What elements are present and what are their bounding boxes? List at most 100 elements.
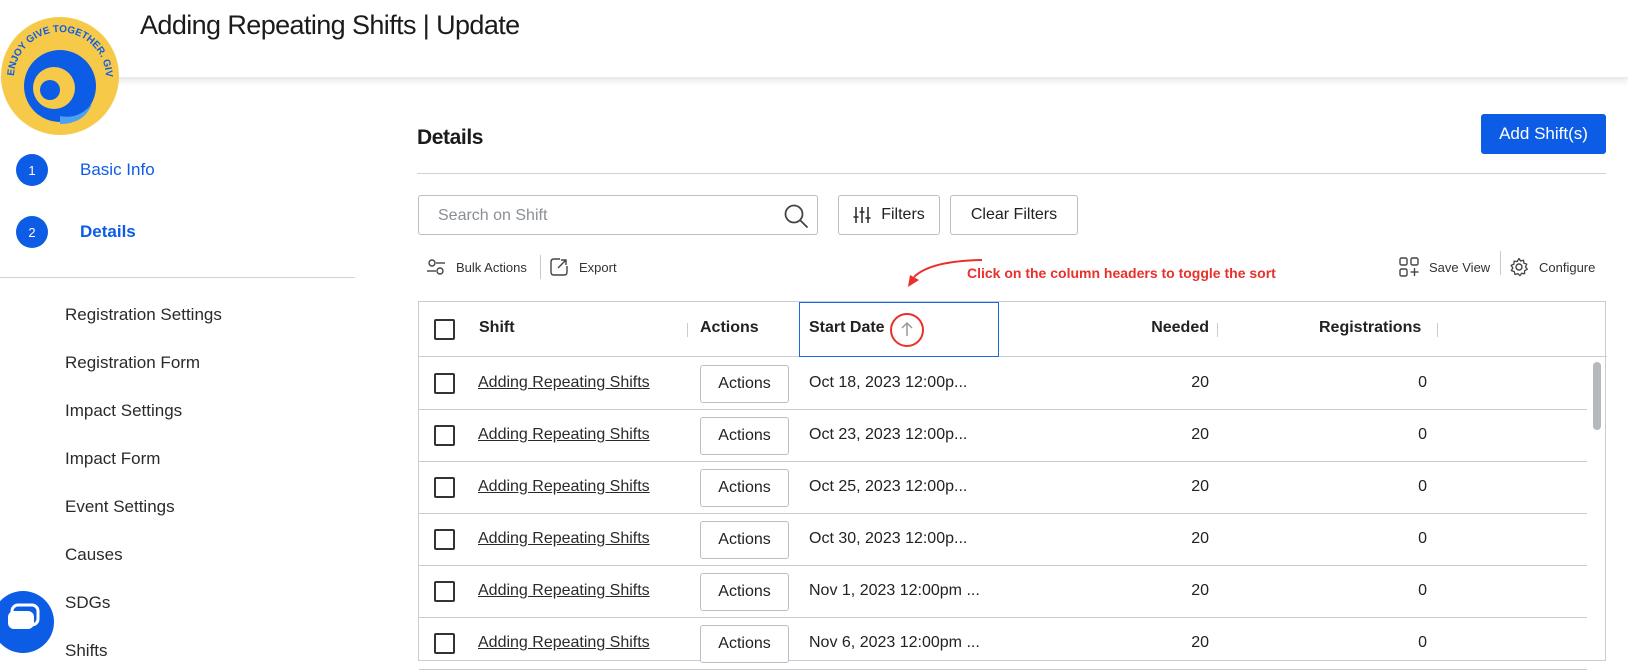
section-title: Details (417, 126, 484, 149)
needed-cell: 20 (1191, 374, 1209, 391)
organization-logo: ENJOY GIVE TOGETHER. GIVE (0, 16, 119, 135)
chat-icon (8, 603, 40, 629)
bulk-actions-label: Bulk Actions (456, 259, 527, 275)
registrations-cell: 0 (1418, 478, 1427, 495)
row-actions-button[interactable]: Actions (700, 469, 789, 507)
shift-name-link[interactable]: Adding Repeating Shifts (478, 478, 650, 496)
needed-cell: 20 (1191, 634, 1209, 651)
start-date-cell: Nov 6, 2023 12:00pm ... (809, 634, 980, 651)
table-row: Adding Repeating Shifts Actions Nov 1, 2… (419, 566, 1587, 618)
needed-cell: 20 (1191, 530, 1209, 547)
registrations-cell: 0 (1418, 582, 1427, 599)
step-number: 2 (16, 216, 48, 248)
table-row: Adding Repeating Shifts Actions Oct 18, … (419, 358, 1587, 410)
sort-ascending-icon[interactable] (901, 321, 913, 337)
search-icon[interactable] (783, 203, 809, 229)
sidebar-item-event-settings[interactable]: Event Settings (65, 497, 175, 517)
column-separator (1437, 323, 1438, 337)
table-header: Shift Actions Start Date Needed Registra… (419, 302, 1607, 357)
save-view-button[interactable]: Save View (1399, 256, 1490, 278)
step-number: 1 (16, 154, 48, 186)
table-scrollbar-thumb[interactable] (1593, 362, 1601, 430)
bulk-actions-icon (427, 259, 445, 275)
column-separator (687, 323, 688, 337)
registrations-cell: 0 (1418, 374, 1427, 391)
sidebar-divider (0, 277, 355, 278)
start-date-cell: Oct 25, 2023 12:00p... (809, 478, 968, 495)
shift-name-link[interactable]: Adding Repeating Shifts (478, 374, 650, 392)
column-header-shift[interactable]: Shift (479, 319, 515, 337)
column-header-actions[interactable]: Actions (700, 319, 759, 337)
toolbar-divider (1500, 251, 1501, 275)
clear-filters-button[interactable]: Clear Filters (950, 195, 1078, 235)
table-row: Adding Repeating Shifts Actions Oct 25, … (419, 462, 1587, 514)
export-button[interactable]: Export (549, 256, 617, 278)
sidebar-item-impact-settings[interactable]: Impact Settings (65, 401, 182, 421)
step-details[interactable]: 2 Details (16, 216, 136, 248)
filters-button[interactable]: Filters (838, 195, 940, 235)
sidebar-item-sdgs[interactable]: SDGs (65, 593, 110, 613)
row-actions-button[interactable]: Actions (700, 365, 789, 403)
section-divider (417, 173, 1606, 174)
registrations-cell: 0 (1418, 426, 1427, 443)
top-header: Adding Repeating Shifts | Update (0, 0, 1628, 78)
start-date-cell: Oct 23, 2023 12:00p... (809, 426, 968, 443)
needed-cell: 20 (1191, 582, 1209, 599)
row-actions-button[interactable]: Actions (700, 625, 789, 663)
column-header-registrations[interactable]: Registrations (1319, 319, 1421, 337)
table-row: Adding Repeating Shifts Actions Nov 6, 2… (419, 618, 1587, 670)
registrations-cell: 0 (1418, 634, 1427, 651)
search-field (418, 195, 818, 235)
row-checkbox[interactable] (434, 581, 455, 602)
table-row: Adding Repeating Shifts Actions Oct 23, … (419, 410, 1587, 462)
row-actions-button[interactable]: Actions (700, 417, 789, 455)
shift-name-link[interactable]: Adding Repeating Shifts (478, 530, 650, 548)
step-label: Basic Info (80, 160, 155, 179)
registrations-cell: 0 (1418, 530, 1427, 547)
row-checkbox[interactable] (434, 529, 455, 550)
sidebar-item-causes[interactable]: Causes (65, 545, 123, 565)
sort-hint-annotation: Click on the column headers to toggle th… (967, 265, 1276, 281)
row-checkbox[interactable] (434, 425, 455, 446)
select-all-checkbox[interactable] (434, 319, 455, 340)
export-icon (550, 258, 568, 276)
step-label: Details (80, 222, 136, 241)
needed-cell: 20 (1191, 478, 1209, 495)
shift-name-link[interactable]: Adding Repeating Shifts (478, 426, 650, 444)
sidebar-item-registration-settings[interactable]: Registration Settings (65, 305, 222, 325)
column-header-needed[interactable]: Needed (1149, 319, 1209, 337)
column-header-start-date[interactable]: Start Date (809, 319, 885, 337)
search-input[interactable] (438, 204, 768, 228)
save-view-icon (1399, 257, 1419, 277)
bulk-actions-button[interactable]: Bulk Actions (426, 256, 527, 278)
row-checkbox[interactable] (434, 633, 455, 654)
row-actions-button[interactable]: Actions (700, 573, 789, 611)
column-separator (1217, 323, 1218, 337)
gear-icon (1510, 257, 1528, 277)
sidebar-item-registration-form[interactable]: Registration Form (65, 353, 200, 373)
save-view-label: Save View (1429, 259, 1491, 275)
add-shifts-button[interactable]: Add Shift(s) (1481, 114, 1606, 154)
sidebar-item-shifts[interactable]: Shifts (65, 641, 108, 661)
table-row: Adding Repeating Shifts Actions Oct 30, … (419, 514, 1587, 566)
start-date-cell: Oct 18, 2023 12:00p... (809, 374, 968, 391)
needed-cell: 20 (1191, 426, 1209, 443)
toolbar-divider (540, 255, 541, 279)
step-basic-info[interactable]: 1 Basic Info (16, 154, 155, 186)
start-date-cell: Nov 1, 2023 12:00pm ... (809, 582, 980, 599)
configure-button[interactable]: Configure (1509, 256, 1595, 278)
sidebar-item-impact-form[interactable]: Impact Form (65, 449, 160, 469)
start-date-cell: Oct 30, 2023 12:00p... (809, 530, 968, 547)
page-title: Adding Repeating Shifts | Update (140, 10, 520, 40)
row-checkbox[interactable] (434, 373, 455, 394)
configure-label: Configure (1539, 259, 1596, 275)
row-checkbox[interactable] (434, 477, 455, 498)
row-actions-button[interactable]: Actions (700, 521, 789, 559)
filters-icon (853, 207, 871, 223)
shifts-table: Shift Actions Start Date Needed Registra… (418, 301, 1607, 670)
shift-name-link[interactable]: Adding Repeating Shifts (478, 582, 650, 600)
chat-launcher-button[interactable] (0, 591, 54, 653)
shift-name-link[interactable]: Adding Repeating Shifts (478, 634, 650, 652)
filters-label: Filters (881, 206, 925, 223)
export-label: Export (579, 259, 617, 275)
